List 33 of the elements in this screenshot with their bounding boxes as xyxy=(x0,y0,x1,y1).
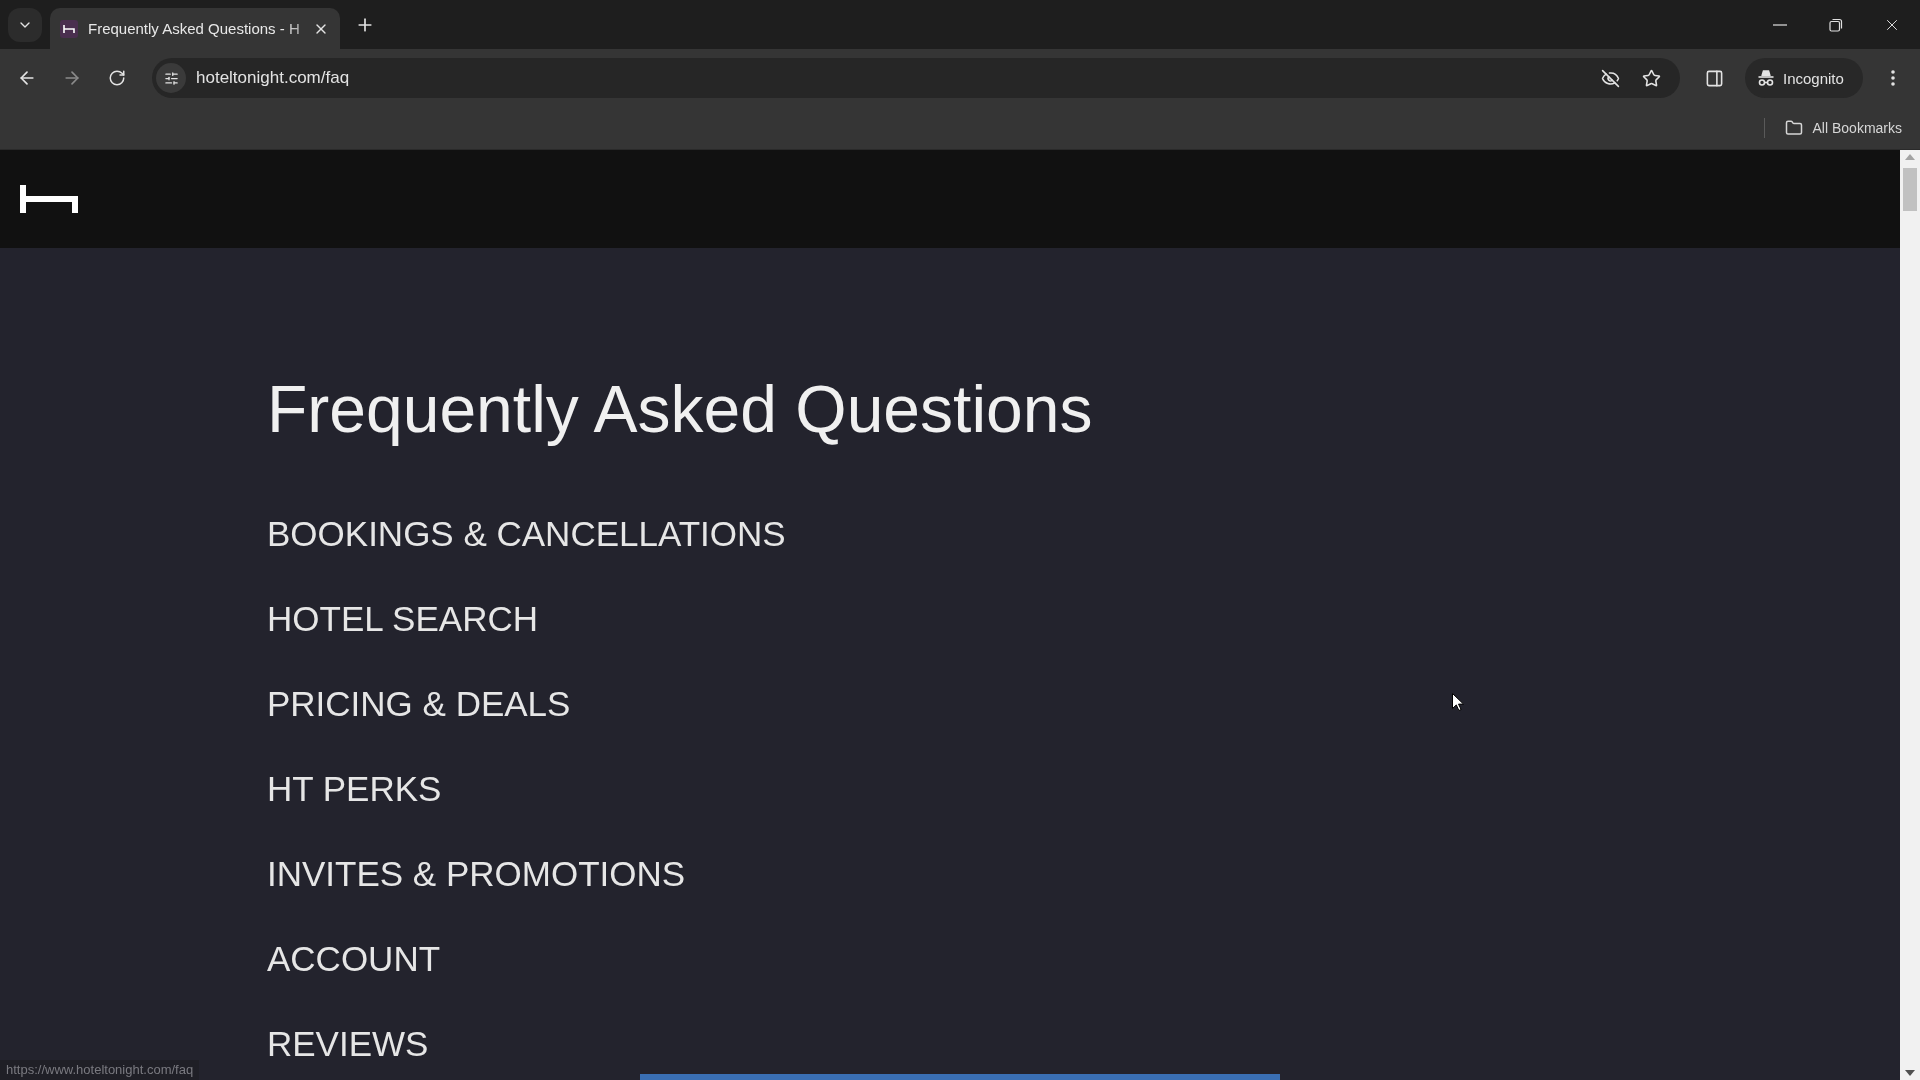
cursor-icon xyxy=(1452,693,1464,711)
faq-category-link[interactable]: ACCOUNT xyxy=(267,938,441,980)
faq-category-link[interactable]: INVITES & PROMOTIONS xyxy=(267,853,686,895)
faq-category-link[interactable]: REVIEWS xyxy=(267,1023,429,1065)
scroll-down-icon xyxy=(1905,1070,1915,1076)
logo-icon[interactable] xyxy=(20,185,78,213)
page-title: Frequently Asked Questions xyxy=(267,371,1093,448)
side-panel-icon xyxy=(1704,68,1724,88)
faq-category-link[interactable]: BOOKINGS & CANCELLATIONS xyxy=(267,513,786,555)
menu-icon xyxy=(1891,70,1895,86)
incognito-icon xyxy=(1757,69,1775,87)
profile-button[interactable]: Incognito xyxy=(1745,58,1863,98)
favicon-icon xyxy=(60,19,78,38)
address-bar[interactable]: hoteltonight.com/faq xyxy=(152,58,1680,98)
faq-category-link[interactable]: HOTEL SEARCH xyxy=(267,598,538,640)
site-settings-button[interactable] xyxy=(156,63,186,93)
status-url: https://www.hoteltonight.com/faq xyxy=(0,1060,200,1080)
scroll-up-icon xyxy=(1905,154,1915,160)
scrollbar[interactable] xyxy=(1900,150,1920,1080)
star-icon xyxy=(1641,68,1661,88)
folder-icon xyxy=(1784,119,1803,137)
restore-icon xyxy=(1829,17,1843,32)
reload-icon xyxy=(108,69,126,87)
minimize-icon xyxy=(1773,23,1787,26)
faq-category-link[interactable]: PRICING & DEALS xyxy=(267,683,571,725)
eye-off-icon xyxy=(1600,68,1620,88)
faq-category-link[interactable]: HT PERKS xyxy=(267,768,442,810)
sliders-icon xyxy=(163,70,179,86)
scrollbar-thumb[interactable] xyxy=(1903,168,1917,211)
url-field[interactable]: hoteltonight.com/faq xyxy=(196,68,1595,88)
browser-tab[interactable]: Frequently Asked Questions - H xyxy=(50,8,340,49)
all-bookmarks-button[interactable]: All Bookmarks xyxy=(1776,115,1910,141)
tab-search-button[interactable] xyxy=(8,7,42,42)
